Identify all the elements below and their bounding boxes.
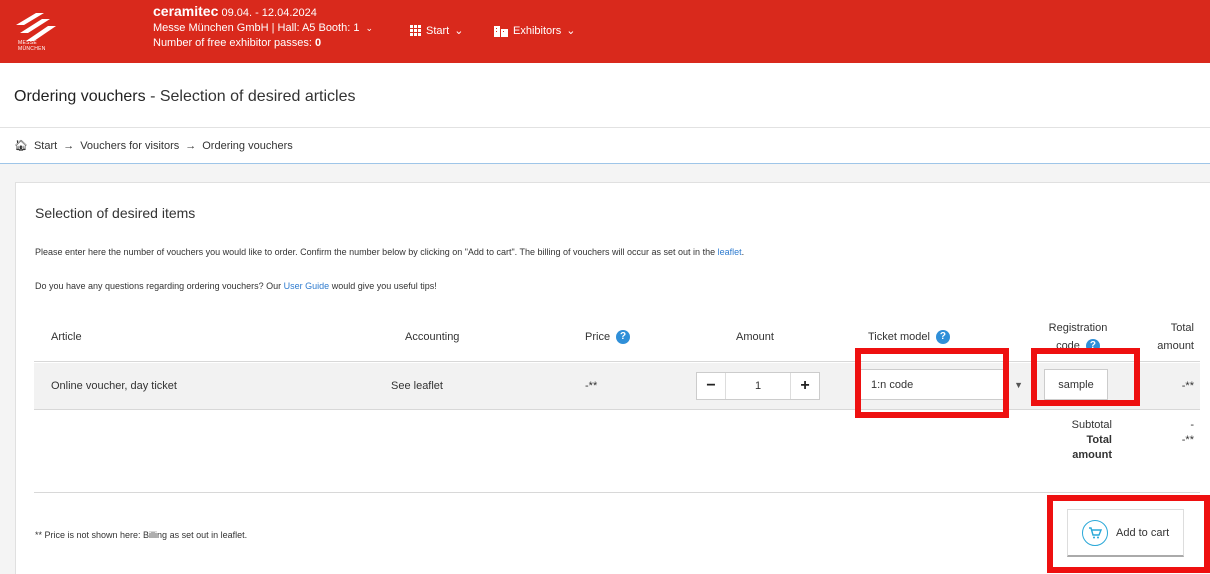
quantity-stepper: − 1 + [696, 372, 820, 400]
cell-total: -** [1181, 380, 1194, 392]
section-title: Selection of desired items [35, 205, 196, 221]
subtotal-label: Subtotal [1071, 419, 1112, 431]
arrow-right-icon: → [63, 139, 75, 152]
free-passes-label: Number of free exhibitor passes: [153, 37, 312, 49]
add-to-cart-highlight [1047, 495, 1210, 573]
free-passes-value: 0 [315, 37, 322, 49]
grid-icon [410, 25, 421, 36]
quantity-input[interactable]: 1 [725, 373, 791, 399]
guide-text: Do you have any questions regarding orde… [35, 281, 437, 291]
chevron-down-icon: ⌄ [365, 23, 374, 33]
title-bar: Ordering vouchers - Selection of desired… [0, 63, 1210, 127]
divider [34, 409, 1200, 410]
top-header: MESSE MÜNCHEN ceramitec 09.04. - 12.04.2… [0, 0, 1210, 63]
col-header-accounting: Accounting [405, 331, 460, 343]
breadcrumb-start[interactable]: Start [34, 140, 57, 152]
subtotal-value: - [1190, 419, 1194, 431]
breadcrumb-vouchers[interactable]: Vouchers for visitors [80, 140, 179, 152]
divider [34, 361, 1200, 362]
total-amount-value: -** [1181, 434, 1194, 446]
total-amount-label: Total amount [1072, 434, 1112, 461]
cell-accounting: See leaflet [391, 380, 443, 392]
divider [34, 492, 1200, 493]
minus-icon[interactable]: − [697, 373, 725, 399]
arrow-right-icon: → [185, 139, 197, 152]
breadcrumb: 🏠︎ Start → Vouchers for visitors → Order… [14, 139, 293, 153]
chevron-down-icon: ▼ [1014, 380, 1023, 390]
nav-start-label: Start [426, 24, 450, 37]
event-brand: ceramitec [153, 3, 219, 19]
help-icon[interactable]: ? [935, 330, 950, 345]
leaflet-link[interactable]: leaflet [718, 247, 742, 257]
registration-code-highlight [1031, 348, 1140, 406]
home-icon[interactable]: 🏠︎ [14, 139, 28, 152]
page-title: Ordering vouchers - Selection of desired… [14, 88, 356, 105]
nav-exhibitors-label: Exhibitors [513, 24, 562, 37]
intro-text: Please enter here the number of vouchers… [35, 247, 745, 257]
footnote: ** Price is not shown here: Billing as s… [35, 530, 248, 540]
chevron-down-icon: ⌄ [566, 25, 576, 37]
logo-text: MESSE MÜNCHEN [18, 40, 46, 52]
event-dates: 09.04. - 12.04.2024 [221, 7, 317, 19]
chevron-down-icon: ⌄ [454, 25, 464, 37]
col-header-price: Price? [585, 328, 631, 346]
col-header-article: Article [51, 331, 82, 343]
breadcrumb-current: Ordering vouchers [202, 139, 293, 152]
help-icon[interactable]: ? [616, 330, 631, 345]
col-header-total: Total amount [1157, 322, 1194, 352]
cell-price: -** [585, 380, 598, 392]
event-info: ceramitec 09.04. - 12.04.2024 Messe Münc… [153, 4, 373, 51]
company-selector[interactable]: Messe München GmbH | Hall: A5 Booth: 1 ⌄ [153, 21, 373, 36]
cell-article: Online voucher, day ticket [51, 380, 177, 392]
col-header-amount: Amount [736, 331, 774, 343]
breadcrumb-bar: 🏠︎ Start → Vouchers for visitors → Order… [0, 127, 1210, 164]
plus-icon[interactable]: + [791, 373, 819, 399]
user-guide-link[interactable]: User Guide [284, 281, 330, 291]
nav-exhibitors-menu[interactable]: Exhibitors ⌄ [494, 24, 576, 37]
col-header-ticket-model: Ticket model? [868, 328, 950, 346]
ticket-model-highlight [855, 348, 1009, 418]
building-icon [494, 25, 508, 37]
table-row [34, 363, 1200, 409]
nav-start-menu[interactable]: Start ⌄ [410, 24, 463, 37]
